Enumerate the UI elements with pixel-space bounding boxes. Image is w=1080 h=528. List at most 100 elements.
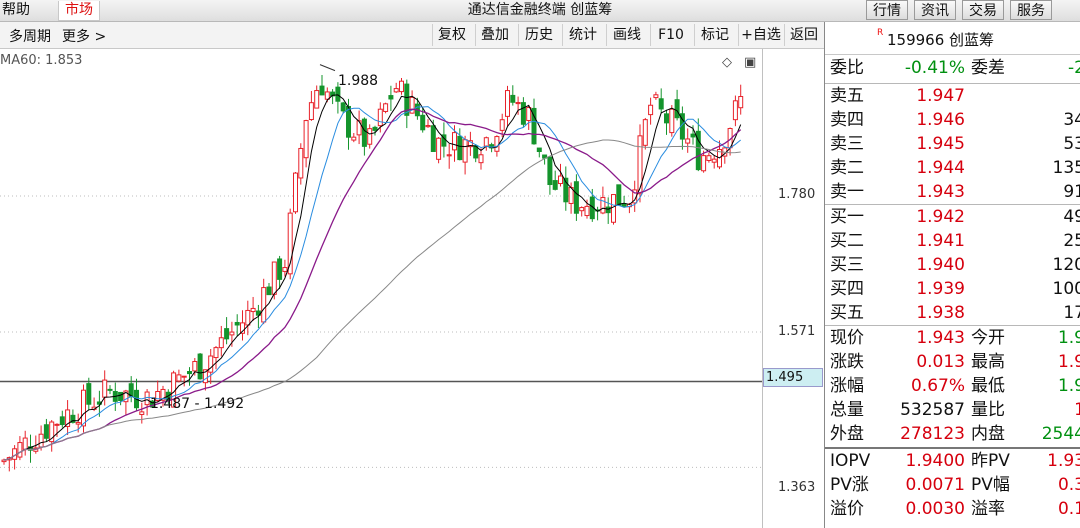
candle-up bbox=[314, 90, 320, 109]
commission-diff-value: -2 bbox=[1068, 58, 1080, 78]
quote-button[interactable]: 行情 bbox=[866, 0, 908, 20]
history-button[interactable]: 历史 bbox=[518, 24, 559, 46]
current-price-box: 1.495 bbox=[763, 368, 823, 387]
candle-up bbox=[436, 137, 442, 160]
candle-down bbox=[547, 156, 553, 186]
iopv-label: 昨PV bbox=[971, 451, 1010, 471]
buy-level-row[interactable]: 买一 1.942 49 bbox=[825, 206, 1080, 229]
candle-down bbox=[59, 416, 65, 426]
sell-level-row[interactable]: 卖三 1.945 53 bbox=[825, 133, 1080, 156]
candle-up bbox=[245, 309, 251, 326]
candle-up bbox=[611, 194, 616, 223]
adjust-button[interactable]: 复权 bbox=[432, 24, 471, 46]
f10-button[interactable]: F10 bbox=[650, 24, 691, 46]
candle-down bbox=[457, 135, 463, 161]
sell-level-row[interactable]: 卖五 1.947 bbox=[825, 85, 1080, 108]
divider bbox=[825, 325, 1080, 326]
buy-level-price: 1.941 bbox=[916, 231, 965, 251]
candle-up bbox=[706, 155, 712, 161]
sell-level-row[interactable]: 卖四 1.946 34 bbox=[825, 109, 1080, 132]
candle-down bbox=[674, 99, 680, 119]
candlestick-chart[interactable] bbox=[0, 49, 824, 528]
candle-down bbox=[107, 388, 113, 391]
news-button[interactable]: 资讯 bbox=[914, 0, 956, 20]
candle-up bbox=[22, 437, 28, 450]
help-menu[interactable]: 帮助 bbox=[2, 1, 30, 20]
multi-period-button[interactable]: 多周期 bbox=[9, 26, 51, 46]
candle-down bbox=[605, 206, 611, 214]
add-favorite-button[interactable]: +自选 bbox=[738, 24, 783, 46]
candle-up bbox=[367, 128, 373, 145]
candle-down bbox=[510, 94, 516, 103]
candle-up bbox=[642, 119, 648, 146]
sell-level-price: 1.944 bbox=[916, 158, 965, 178]
candle-up bbox=[478, 154, 484, 164]
stat-row: 现价 1.943 今开 1.9 bbox=[825, 327, 1080, 350]
buy-level-row[interactable]: 买四 1.939 100 bbox=[825, 278, 1080, 301]
buy-level-label: 买二 bbox=[830, 231, 864, 251]
commission-ratio-row: 委比 -0.41% 委差 -2 bbox=[825, 57, 1080, 80]
stat-value: 278123 bbox=[900, 424, 965, 444]
candle-up bbox=[648, 104, 654, 116]
candle-up bbox=[584, 205, 590, 217]
high-marker-arrow bbox=[319, 64, 336, 72]
buy-level-label: 买五 bbox=[830, 303, 864, 323]
candle-up bbox=[499, 119, 505, 131]
more-button[interactable]: 更多 > bbox=[62, 26, 106, 46]
stat-value: 532587 bbox=[900, 400, 965, 420]
candle-up bbox=[308, 102, 314, 121]
security-code: 159966 创蓝筹 bbox=[887, 31, 995, 49]
mark-button[interactable]: 标记 bbox=[694, 24, 735, 46]
candle-down bbox=[552, 180, 558, 190]
market-tab[interactable]: 市场 bbox=[58, 1, 100, 21]
service-button[interactable]: 服务 bbox=[1010, 0, 1052, 20]
candle-up bbox=[271, 261, 277, 295]
ma20-line bbox=[3, 108, 742, 461]
candle-down bbox=[266, 286, 272, 296]
stat-label: 内盘 bbox=[971, 424, 1005, 444]
candle-up bbox=[462, 139, 468, 163]
candle-up bbox=[515, 102, 521, 105]
candle-down bbox=[234, 321, 240, 326]
iopv-value: 0.1 bbox=[1057, 499, 1080, 519]
candle-up bbox=[732, 100, 738, 121]
candle-up bbox=[144, 391, 150, 406]
sell-level-row[interactable]: 卖二 1.944 135 bbox=[825, 157, 1080, 180]
stat-label: 外盘 bbox=[830, 424, 864, 444]
divider bbox=[825, 83, 1080, 84]
sell-level-row[interactable]: 卖一 1.943 91 bbox=[825, 181, 1080, 204]
candle-up bbox=[600, 197, 606, 214]
buy-level-row[interactable]: 买五 1.938 17 bbox=[825, 302, 1080, 325]
stat-row: 涨幅 0.67% 最低 1.9 bbox=[825, 375, 1080, 398]
commission-ratio-value: -0.41% bbox=[904, 58, 965, 78]
menu-bar: 帮助 市场 通达信金融终端 创蓝筹 行情 资讯 交易 服务 bbox=[0, 0, 1080, 22]
stat-row: 总量 532587 量比 1 bbox=[825, 399, 1080, 422]
stats-button[interactable]: 统计 bbox=[562, 24, 603, 46]
candle-up bbox=[452, 132, 457, 151]
sell-level-label: 卖二 bbox=[830, 158, 864, 178]
back-button[interactable]: 返回 bbox=[784, 24, 823, 46]
trade-button[interactable]: 交易 bbox=[962, 0, 1004, 20]
candle-down bbox=[536, 147, 542, 153]
buy-level-row[interactable]: 买二 1.941 25 bbox=[825, 230, 1080, 253]
range-annotation: 1.487 - 1.492 bbox=[150, 396, 245, 412]
high-annotation: 1.988 bbox=[338, 73, 379, 89]
iopv-label: PV幅 bbox=[971, 475, 1010, 495]
candle-up bbox=[711, 158, 717, 163]
candle-up bbox=[261, 287, 267, 323]
window-icon[interactable]: ▣ bbox=[744, 55, 756, 70]
candle-down bbox=[224, 328, 230, 340]
diamond-icon[interactable]: ◇ bbox=[722, 55, 732, 70]
buy-level-row[interactable]: 买三 1.940 120 bbox=[825, 254, 1080, 277]
price-tick: 1.571 bbox=[778, 324, 816, 339]
candle-up bbox=[181, 375, 187, 378]
candle-down bbox=[430, 125, 436, 152]
overlay-button[interactable]: 叠加 bbox=[475, 24, 514, 46]
candle-up bbox=[218, 337, 224, 349]
candle-up bbox=[17, 442, 23, 458]
divider bbox=[825, 204, 1080, 205]
draw-line-button[interactable]: 画线 bbox=[606, 24, 647, 46]
candle-down bbox=[621, 203, 627, 207]
candle-up bbox=[303, 120, 309, 159]
candle-up bbox=[738, 96, 744, 109]
